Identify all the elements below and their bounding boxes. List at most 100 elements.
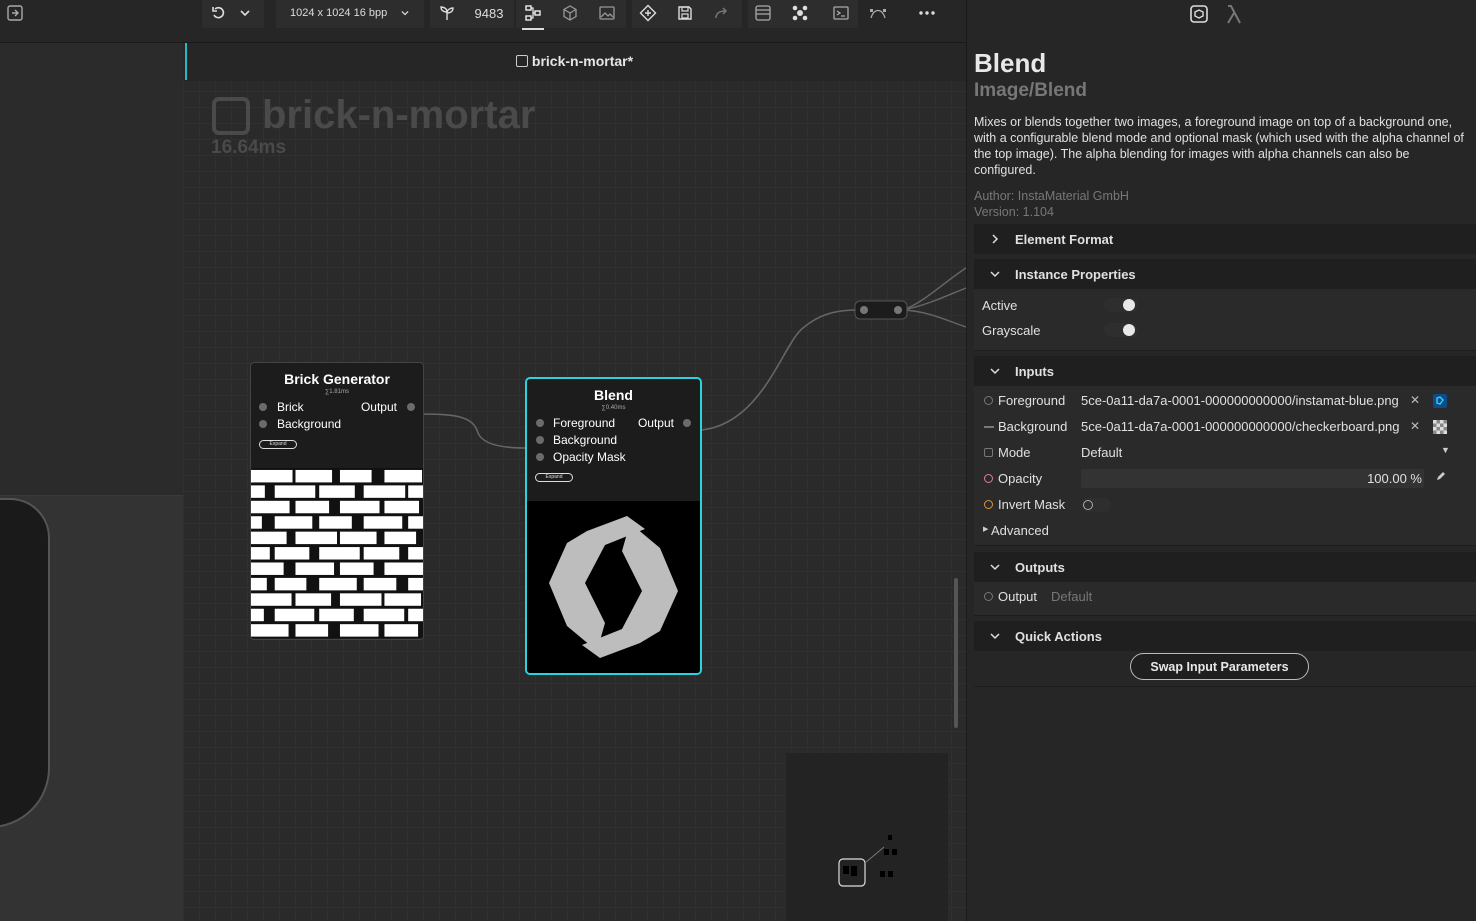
background-label: Background	[998, 419, 1068, 434]
foreground-file-field[interactable]: 5ce-0a11-da7a-0001-000000000000/instamat…	[1081, 393, 1411, 408]
output-port[interactable]	[683, 419, 691, 427]
node-blend[interactable]: Blend ∑0.40ms Foreground Output Backgrou…	[525, 377, 702, 675]
redo-share-icon[interactable]	[711, 0, 733, 26]
brick	[274, 485, 316, 498]
output-format-value[interactable]: Default	[1051, 589, 1092, 604]
dropdown-arrow-icon[interactable]: ▼	[1441, 445, 1450, 455]
expand-button[interactable]: Expand	[535, 473, 573, 482]
active-view-indicator	[522, 28, 544, 30]
foreground-preview-icon[interactable]	[1433, 394, 1447, 408]
inputs-body: Foreground 5ce-0a11-da7a-0001-0000000000…	[974, 386, 1476, 546]
section-inputs[interactable]: Inputs	[974, 356, 1476, 386]
input-port[interactable]	[259, 403, 267, 411]
add-node-icon[interactable]	[637, 0, 659, 26]
clear-icon[interactable]: ✕	[1410, 419, 1420, 433]
port-row: Background	[527, 432, 700, 449]
mode-label: Mode	[998, 445, 1031, 460]
curve-editor-icon[interactable]	[867, 0, 889, 26]
node-properties-tab-icon[interactable]	[1189, 4, 1209, 24]
input-port[interactable]	[536, 453, 544, 461]
console-icon[interactable]	[830, 0, 852, 26]
brick	[295, 562, 335, 575]
brick	[408, 516, 423, 529]
input-port[interactable]	[536, 419, 544, 427]
section-quick-actions[interactable]: Quick Actions	[974, 621, 1476, 651]
active-property: Active	[982, 294, 1472, 316]
section-label: Element Format	[1015, 231, 1114, 247]
input-socket[interactable]	[984, 426, 994, 428]
brick	[251, 516, 262, 529]
input-port[interactable]	[259, 420, 267, 428]
port-label: Background	[553, 433, 618, 447]
lambda-function-tab-icon[interactable]	[1224, 3, 1244, 25]
grayscale-toggle[interactable]	[1104, 323, 1138, 337]
brick	[319, 577, 357, 591]
active-toggle[interactable]	[1104, 298, 1138, 312]
brick	[319, 516, 352, 529]
output-port[interactable]	[407, 403, 415, 411]
brick	[384, 593, 422, 606]
checkerboard-preview-icon[interactable]	[1433, 420, 1447, 434]
brick	[295, 500, 330, 514]
more-options-icon[interactable]	[916, 0, 938, 26]
brick	[363, 577, 397, 591]
invert-mask-toggle[interactable]	[1081, 498, 1111, 512]
panel-toggle-icon[interactable]	[4, 0, 26, 26]
section-label: Inputs	[1015, 363, 1054, 379]
3d-viewport[interactable]	[0, 43, 183, 921]
2d-view-image-icon[interactable]	[596, 0, 618, 26]
brick-thumbnail	[251, 467, 423, 639]
brick	[295, 531, 337, 545]
brick	[339, 500, 380, 514]
wire-blend-to-reroute	[701, 309, 860, 431]
wire-out-3	[902, 309, 966, 328]
background-file-field[interactable]: 5ce-0a11-da7a-0001-000000000000/checkerb…	[1081, 419, 1411, 434]
resolution-value: 1024 x 1024 16 bpp	[290, 7, 388, 19]
grayscale-property: Grayscale	[982, 319, 1472, 341]
graph-minimap[interactable]	[786, 753, 948, 921]
outputs-body: Output Default	[974, 582, 1476, 616]
section-instance-properties[interactable]: Instance Properties	[974, 259, 1476, 289]
port-row: Brick Output	[251, 399, 423, 416]
node-name-heading: Blend	[974, 48, 1047, 78]
brick	[363, 608, 405, 622]
library-icon[interactable]	[752, 0, 774, 26]
3d-view-cube-icon[interactable]	[559, 0, 581, 26]
input-socket[interactable]	[984, 474, 993, 483]
viewport-mesh	[0, 498, 50, 828]
resolution-select[interactable]: 1024 x 1024 16 bpp	[280, 0, 420, 26]
section-outputs[interactable]: Outputs	[974, 552, 1476, 582]
brick	[363, 547, 400, 560]
brick	[339, 531, 377, 545]
section-element-format[interactable]: Element Format	[974, 224, 1476, 254]
node-brick-generator[interactable]: Brick Generator ∑1.81ms Brick Output Bac…	[250, 362, 424, 640]
undo-icon[interactable]	[208, 0, 230, 26]
package-icon[interactable]	[789, 0, 811, 26]
input-socket[interactable]	[984, 396, 993, 405]
graph-view-icon[interactable]	[522, 0, 544, 26]
brick	[251, 531, 287, 545]
chevron-down-icon	[974, 631, 1015, 641]
input-socket[interactable]	[984, 500, 993, 509]
input-port[interactable]	[536, 436, 544, 444]
brick	[339, 593, 382, 606]
advanced-expander[interactable]: ▶ Advanced	[974, 518, 1476, 544]
brick	[384, 624, 419, 637]
save-icon[interactable]	[674, 0, 696, 26]
node-title: Blend	[594, 387, 633, 403]
canvas-vertical-scrollbar[interactable]	[954, 578, 958, 728]
brick	[251, 562, 284, 575]
input-socket[interactable]	[984, 448, 993, 457]
clear-icon[interactable]: ✕	[1410, 393, 1420, 407]
expand-button[interactable]: Expand	[259, 440, 297, 449]
swap-input-parameters-button[interactable]: Swap Input Parameters	[1130, 653, 1309, 680]
brick	[384, 469, 423, 483]
edit-pencil-icon[interactable]	[1435, 470, 1445, 485]
mode-select[interactable]: Default	[1081, 445, 1441, 460]
graph-canvas[interactable]: brick-n-mortar* brick-n-mortar 16.64ms B…	[183, 43, 966, 921]
seed-value[interactable]: 9483	[464, 0, 514, 26]
brick	[295, 624, 329, 637]
undo-history-chevron-icon[interactable]	[236, 0, 254, 26]
seed-sprout-icon[interactable]	[436, 0, 458, 26]
output-socket[interactable]	[984, 592, 993, 601]
